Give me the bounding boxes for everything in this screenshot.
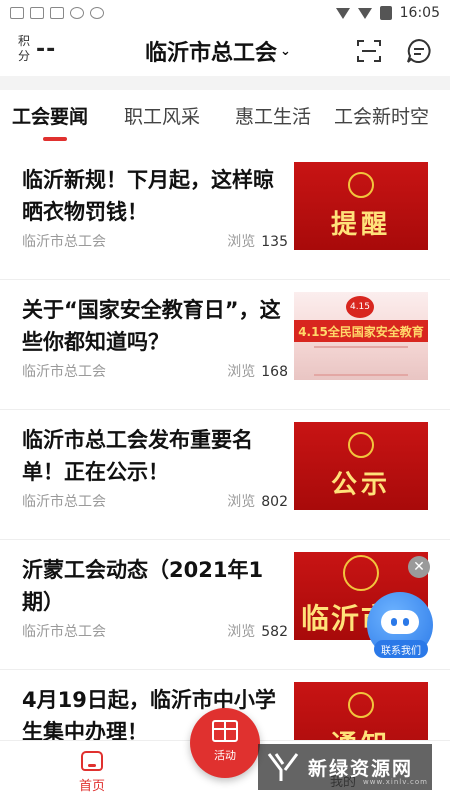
- city-name: 临沂市总工会: [145, 41, 278, 66]
- thumbnail-text: 公示: [330, 469, 391, 500]
- news-views: 浏览 168: [227, 361, 288, 381]
- thumbnail-text: 4.15全民国家安全教育: [294, 320, 428, 342]
- robot-face: [381, 610, 419, 634]
- news-item[interactable]: 临沂新规！下月起，这样晾晒衣物罚钱！ 临沂市总工会 浏览 135 提醒: [0, 150, 450, 280]
- message-icon[interactable]: [406, 38, 432, 64]
- thumbnail-text: 提醒: [330, 209, 391, 240]
- close-icon[interactable]: ✕: [408, 556, 430, 578]
- chevron-down-icon: ⌄: [280, 43, 291, 59]
- views-count: 168: [261, 364, 288, 380]
- watermark: 新绿资源网 www.xinlv.com: [258, 744, 432, 790]
- news-views: 浏览 135: [227, 231, 288, 251]
- news-thumbnail: 公示: [294, 422, 428, 510]
- news-thumbnail: 4.15 4.15全民国家安全教育: [294, 292, 428, 380]
- watermark-logo-icon: [267, 753, 299, 781]
- robot-eye: [391, 618, 397, 626]
- views-label: 浏览: [227, 234, 256, 250]
- views-label: 浏览: [227, 364, 256, 380]
- header-divider: [0, 76, 450, 90]
- notification-icon: [10, 7, 24, 19]
- nav-activity-button[interactable]: 活动: [190, 708, 260, 778]
- wifi-icon: [335, 7, 350, 19]
- watermark-subtext: www.xinlv.com: [363, 778, 429, 786]
- news-source: 临沂市总工会: [22, 234, 106, 250]
- tab-new-era[interactable]: 工会新时空: [334, 102, 429, 129]
- union-emblem-icon: [343, 555, 379, 591]
- app-header: 积分 -- 临沂市总工会 ⌄: [0, 26, 450, 76]
- points-display[interactable]: 积分 --: [18, 34, 56, 64]
- news-views: 浏览 802: [227, 491, 288, 511]
- views-label: 浏览: [227, 494, 256, 510]
- minus-circle-icon: [90, 7, 104, 19]
- nav-home[interactable]: 首页: [72, 747, 112, 797]
- contact-us-button[interactable]: 联系我们: [374, 640, 428, 658]
- city-selector[interactable]: 临沂市总工会 ⌄: [145, 35, 291, 67]
- news-item[interactable]: 关于“国家安全教育日”，这些你都知道吗？ 临沂市总工会 浏览 168 4.15 4…: [0, 280, 450, 410]
- watermark-text: 新绿资源网: [308, 757, 414, 780]
- news-thumbnail: 提醒: [294, 162, 428, 250]
- tab-news[interactable]: 工会要闻: [12, 102, 88, 129]
- category-tabs: 工会要闻 职工风采 惠工生活 工会新时空: [0, 92, 450, 142]
- scan-icon[interactable]: [356, 38, 382, 64]
- union-emblem-icon: [348, 431, 374, 458]
- tab-welfare-life[interactable]: 惠工生活: [235, 102, 311, 129]
- news-source: 临沂市总工会: [22, 494, 106, 510]
- views-count: 582: [261, 624, 288, 640]
- battery-icon: [379, 6, 392, 20]
- signal-icon: [357, 7, 372, 19]
- points-label: 积分: [18, 34, 31, 63]
- nav-home-label: 首页: [78, 779, 105, 794]
- news-item[interactable]: 临沂市总工会发布重要名单！正在公示！ 临沂市总工会 浏览 802 公示: [0, 410, 450, 540]
- app-icon-2: [50, 7, 64, 19]
- news-source: 临沂市总工会: [22, 364, 106, 380]
- news-title: 临沂市总工会发布重要名单！正在公示！: [22, 428, 253, 484]
- thumbnail-decoration: [314, 346, 408, 376]
- news-title: 沂蒙工会动态（2021年1期）: [22, 558, 264, 614]
- news-title: 关于“国家安全教育日”，这些你都知道吗？: [22, 298, 281, 354]
- news-source: 临沂市总工会: [22, 624, 106, 640]
- nav-activity-label: 活动: [214, 749, 236, 762]
- views-label: 浏览: [227, 624, 256, 640]
- app-icon: [30, 7, 44, 19]
- news-title: 临沂新规！下月起，这样晾晒衣物罚钱！: [22, 168, 274, 224]
- shield-icon: [70, 7, 84, 19]
- points-value: --: [36, 36, 57, 62]
- views-count: 135: [261, 234, 288, 250]
- active-tab-indicator: [43, 137, 67, 141]
- home-icon: [81, 751, 103, 771]
- gift-icon: [212, 720, 238, 742]
- union-emblem-icon: [348, 171, 374, 198]
- news-views: 浏览 582: [227, 621, 288, 641]
- status-bar: 16:05: [0, 0, 450, 26]
- union-emblem-icon: [348, 691, 374, 718]
- views-count: 802: [261, 494, 288, 510]
- thumbnail-badge: 4.15: [346, 296, 374, 318]
- robot-eye: [403, 618, 409, 626]
- clock: 16:05: [399, 5, 440, 21]
- tab-worker-style[interactable]: 职工风采: [124, 102, 200, 129]
